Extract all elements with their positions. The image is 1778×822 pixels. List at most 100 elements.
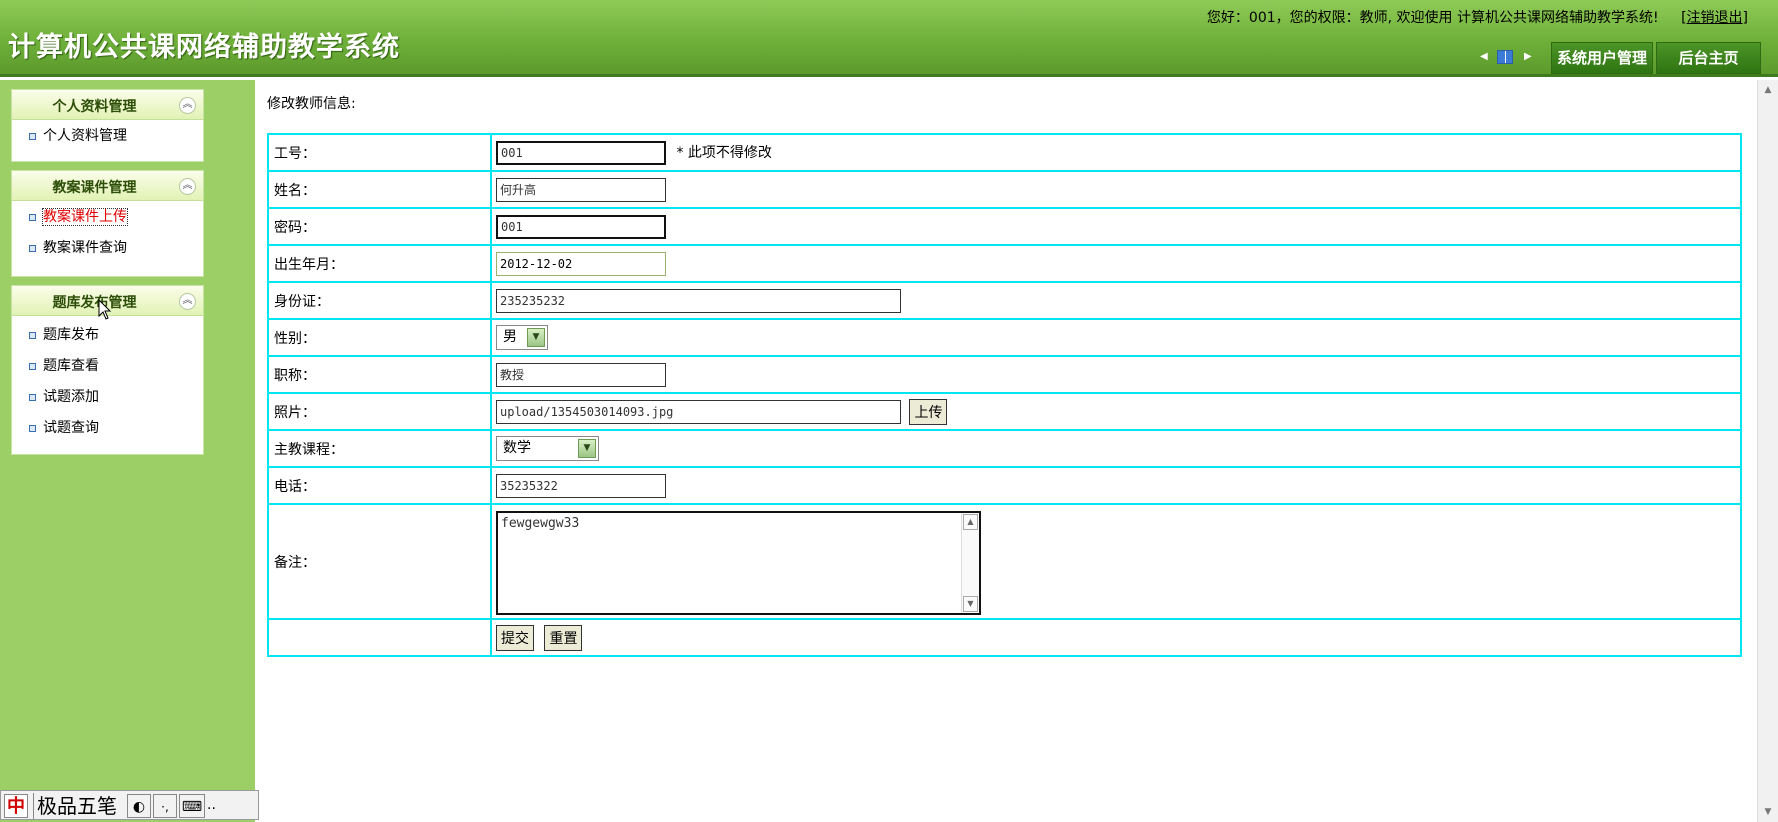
panel-title: 教案课件管理	[52, 180, 137, 196]
scroll-up-icon[interactable]: ▲	[1760, 82, 1776, 98]
sidebar-panel-profile: 个人资料管理 ︽ 个人资料管理	[11, 89, 204, 162]
panel-title: 题库发布管理	[52, 295, 137, 311]
form-heading: 修改教师信息:	[267, 96, 356, 112]
sidebar-item-label: 题库发布	[43, 327, 99, 343]
header-bar: 计算机公共课网络辅助教学系统 您好：001，您的权限：教师, 欢迎使用 计算机公…	[0, 0, 1778, 77]
arrow-right-icon[interactable]: ▶	[1524, 51, 1532, 62]
sidebar-item-profile[interactable]: 个人资料管理	[29, 126, 203, 157]
field-label: 备注：	[267, 503, 492, 620]
sidebar-item-bank-view[interactable]: 题库查看	[29, 356, 203, 387]
half-width-icon[interactable]: ◐	[127, 794, 151, 818]
scroll-down-icon[interactable]: ▼	[1760, 804, 1776, 820]
backend-home-button[interactable]: 后台主页	[1656, 42, 1761, 74]
sidebar-item-label: 题库查看	[43, 358, 99, 374]
form-row-password: 密码：	[267, 207, 1742, 246]
keyboard-icon[interactable]: ⌨	[179, 794, 205, 818]
sidebar-panel-courseware: 教案课件管理 ︽ 教案课件上传 教案课件查询	[11, 170, 204, 277]
remark-textarea-wrapper: fewgewgw33 ▲ ▼	[496, 510, 981, 615]
reset-button[interactable]: 重置	[544, 624, 583, 651]
collapse-icon[interactable]: ︽	[179, 178, 196, 195]
form-row-actions: 提交 重置	[267, 618, 1742, 657]
password-input[interactable]	[496, 214, 666, 239]
form-row-gender: 性别： 男 ▼	[267, 318, 1742, 357]
ime-name[interactable]: 极品五笔	[33, 793, 117, 819]
bullet-icon	[29, 214, 36, 221]
name-input[interactable]	[496, 177, 666, 202]
submit-button[interactable]: 提交	[496, 624, 534, 651]
select-value: 男	[503, 329, 517, 345]
sidebar-item-courseware-query[interactable]: 教案课件查询	[29, 238, 203, 269]
field-label: 出生年月：	[267, 244, 492, 283]
welcome-text: 您好：001，您的权限：教师, 欢迎使用 计算机公共课网络辅助教学系统!	[1206, 10, 1659, 26]
panel-toggle-icon[interactable]	[1497, 50, 1513, 64]
bullet-icon	[29, 332, 36, 339]
sidebar-item-question-add[interactable]: 试题添加	[29, 387, 203, 418]
nav-arrows: ◀ ▶	[1480, 49, 1548, 67]
remark-textarea[interactable]: fewgewgw33	[498, 512, 961, 613]
chevron-down-icon[interactable]: ▼	[578, 439, 596, 458]
gender-select[interactable]: 男 ▼	[496, 325, 548, 350]
ime-logo[interactable]: 中	[4, 794, 28, 818]
scroll-down-icon[interactable]: ▼	[963, 595, 978, 612]
main-content: 修改教师信息: 工号： * 此项不得修改 姓名： 密码： 出生年月： 身份证： …	[255, 80, 1757, 822]
sidebar-item-courseware-upload[interactable]: 教案课件上传	[29, 207, 203, 238]
teacher-id-input[interactable]	[496, 140, 666, 165]
sidebar: 个人资料管理 ︽ 个人资料管理 教案课件管理 ︽ 教案课件上传 教案课件查询 题…	[0, 80, 255, 822]
bullet-icon	[29, 394, 36, 401]
bullet-icon	[29, 245, 36, 252]
logout-wrapper: [注销退出]	[1681, 10, 1748, 26]
form-row-photo: 照片： 上传	[267, 392, 1742, 431]
field-label: 性别：	[267, 318, 492, 357]
bullet-icon	[29, 425, 36, 432]
logout-link[interactable]: 注销退出	[1687, 10, 1743, 26]
select-value: 数学	[503, 440, 531, 456]
panel-header[interactable]: 个人资料管理 ︽	[12, 90, 203, 120]
ime-more[interactable]: ..	[207, 797, 216, 813]
collapse-icon[interactable]: ︽	[179, 293, 196, 310]
bullet-icon	[29, 363, 36, 370]
field-label: 密码：	[267, 207, 492, 246]
field-label: 电话：	[267, 466, 492, 505]
birth-date-input[interactable]	[496, 251, 666, 276]
phone-input[interactable]	[496, 473, 666, 498]
upload-button[interactable]: 上传	[909, 398, 948, 425]
form-row-name: 姓名：	[267, 170, 1742, 209]
collapse-icon[interactable]: ︽	[179, 97, 196, 114]
field-label: 姓名：	[267, 170, 492, 209]
field-label: 主教课程：	[267, 429, 492, 468]
form-row-idcard: 身份证：	[267, 281, 1742, 320]
sidebar-item-label: 教案课件上传	[42, 208, 128, 226]
sidebar-item-label: 试题添加	[43, 389, 99, 405]
sidebar-item-label: 个人资料管理	[43, 128, 127, 144]
form-row-birth: 出生年月：	[267, 244, 1742, 283]
form-row-course: 主教课程： 数学 ▼	[267, 429, 1742, 468]
welcome-message: 您好：001，您的权限：教师, 欢迎使用 计算机公共课网络辅助教学系统! [注销…	[1207, 7, 1748, 27]
sidebar-item-question-query[interactable]: 试题查询	[29, 418, 203, 449]
form-row-remark: 备注： fewgewgw33 ▲ ▼	[267, 503, 1742, 620]
app-title: 计算机公共课网络辅助教学系统	[8, 32, 400, 63]
panel-header[interactable]: 教案课件管理 ︽	[12, 171, 203, 201]
field-label: 身份证：	[267, 281, 492, 320]
form-row-id: 工号： * 此项不得修改	[267, 133, 1742, 172]
scroll-up-icon[interactable]: ▲	[963, 513, 978, 530]
course-select[interactable]: 数学 ▼	[496, 436, 599, 461]
arrow-left-icon[interactable]: ◀	[1480, 51, 1488, 62]
field-label: 职称：	[267, 355, 492, 394]
panel-title: 个人资料管理	[52, 99, 137, 115]
job-title-input[interactable]	[496, 362, 666, 387]
id-card-input[interactable]	[496, 288, 901, 313]
field-label: 工号：	[267, 133, 492, 172]
field-label: 照片：	[267, 392, 492, 431]
sidebar-item-label: 试题查询	[43, 420, 99, 436]
page-scrollbar[interactable]: ▲ ▼	[1757, 80, 1778, 822]
sidebar-item-bank-publish[interactable]: 题库发布	[29, 325, 203, 356]
photo-path-input[interactable]	[496, 399, 901, 424]
form-row-phone: 电话：	[267, 466, 1742, 505]
ime-toolbar: 中 极品五笔 ◐ ·, ⌨ ..	[0, 790, 259, 820]
system-user-management-button[interactable]: 系统用户管理	[1551, 42, 1653, 74]
mouse-pointer-icon	[98, 299, 112, 320]
punctuation-icon[interactable]: ·,	[153, 794, 177, 818]
chevron-down-icon[interactable]: ▼	[527, 328, 545, 347]
sidebar-item-label: 教案课件查询	[43, 240, 127, 256]
textarea-scrollbar[interactable]: ▲ ▼	[961, 512, 979, 613]
